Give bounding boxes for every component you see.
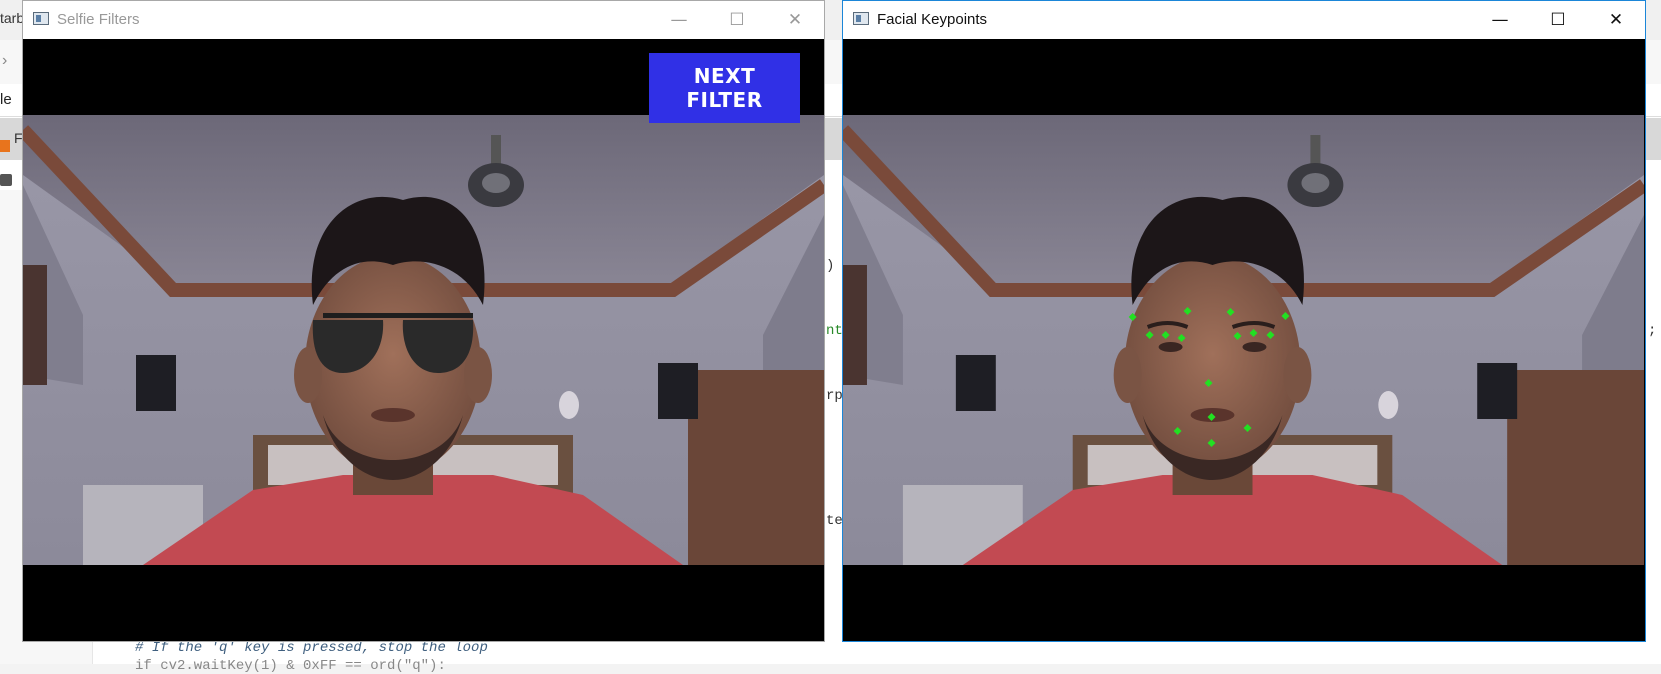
code-fragment: ) [826,258,835,274]
window-title: Selfie Filters [57,11,140,28]
code-fragment: te [826,513,843,529]
webcam-scene [843,115,1644,565]
left-speaker [136,355,176,411]
maximize-button[interactable]: ☐ [1529,1,1587,39]
minimize-button[interactable]: — [1471,1,1529,39]
webcam-frame [23,115,824,565]
selfie-filters-window[interactable]: Selfie Filters — ☐ ✕ NEXT FILTER [22,0,825,642]
ide-file-label[interactable]: le [0,91,12,108]
video-canvas[interactable]: NEXT FILTER [23,39,824,641]
webcam-frame [843,115,1645,565]
maximize-button[interactable]: ☐ [708,1,766,39]
right-speaker [658,363,698,419]
facial-keypoints-window[interactable]: Facial Keypoints — ☐ ✕ [842,0,1646,642]
code-fragment: rp [826,388,843,404]
forward-arrow-icon[interactable]: › [2,52,7,70]
save-icon[interactable] [0,174,12,186]
window-title: Facial Keypoints [877,11,988,28]
webcam-scene [23,115,824,565]
code-fragment: nt [826,323,843,339]
close-button[interactable]: ✕ [1587,1,1645,39]
window-titlebar[interactable]: Selfie Filters — ☐ ✕ [23,1,824,40]
right-speaker [1477,363,1518,419]
code-comment-line: # If the 'q' key is pressed, stop the lo… [135,640,488,656]
window-titlebar[interactable]: Facial Keypoints — ☐ ✕ [843,1,1645,40]
close-button[interactable]: ✕ [766,1,824,39]
ide-tab-label[interactable]: tarb [0,10,24,26]
app-window-icon [33,12,49,25]
rss-icon[interactable] [0,140,10,152]
video-canvas[interactable] [843,39,1645,641]
minimize-button[interactable]: — [650,1,708,39]
next-filter-button[interactable]: NEXT FILTER [649,53,800,123]
left-speaker [955,355,996,411]
app-window-icon [853,12,869,25]
code-line: if cv2.waitKey(1) & 0xFF == ord("q"): [135,658,446,674]
code-fragment: ; [1648,323,1657,339]
